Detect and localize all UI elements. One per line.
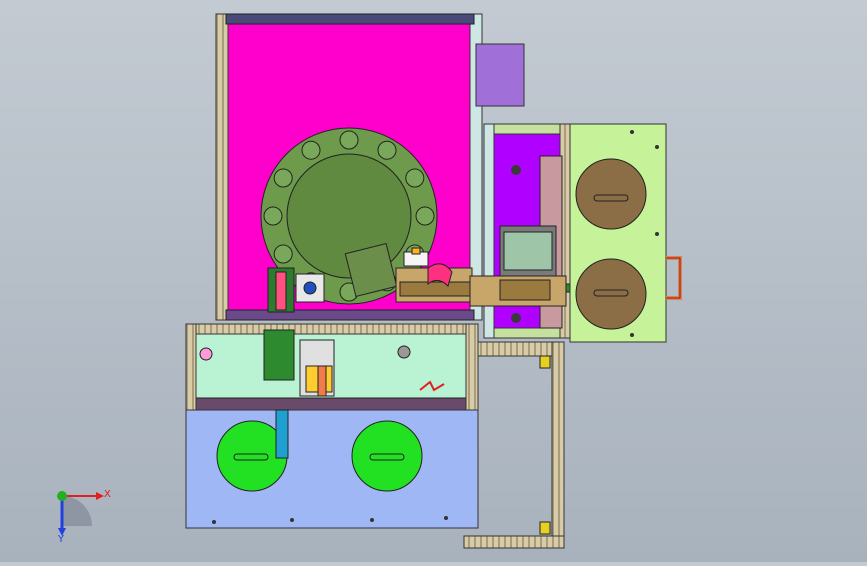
bolt-hole [405,168,425,188]
assembly-drawing: X Y [57,13,682,549]
y-axis-dot [57,491,67,501]
lower-blue-plate [185,409,479,529]
x-axis-label: X [104,489,111,500]
bolt-hole [273,244,293,264]
bolt-hole [263,206,283,226]
cad-viewport[interactable]: X Y [0,0,867,562]
lower-frame [185,323,479,411]
bolt-hole [301,140,321,160]
coordinate-triad: X Y [57,489,111,545]
bolt-hole [415,206,435,226]
right-green-plate [569,123,682,343]
bolt-hole [339,130,359,150]
bolt-hole [273,168,293,188]
y-axis-label: Y [57,534,65,545]
bolt-hole [377,140,397,160]
support-leg-frame [463,341,565,549]
lavender-box [475,43,525,107]
